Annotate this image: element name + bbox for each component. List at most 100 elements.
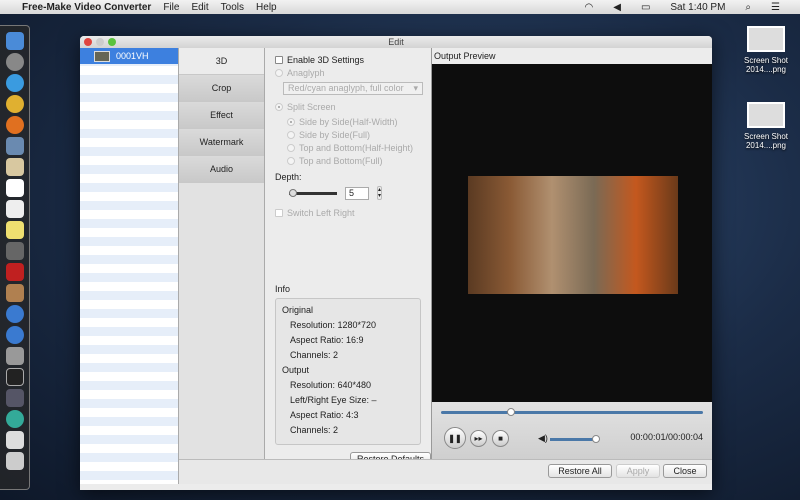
close-window-button[interactable] [84,38,92,46]
video-converter-icon[interactable] [5,389,24,407]
notification-icon[interactable]: ☰ [771,2,780,13]
menu-bar: Free-Make Video Converter File Edit Tool… [0,0,800,14]
file-list: 0001VH [80,48,179,484]
menu-file[interactable]: File [163,2,179,13]
volume-icon[interactable]: ◀ [613,2,621,13]
app-icon[interactable] [5,410,24,428]
info-section: Info Original Resolution: 1280*720 Aspec… [275,284,431,466]
itunes-icon[interactable] [5,305,24,323]
split-screen-radio[interactable]: Split Screen [275,101,421,113]
firefox-icon[interactable] [5,116,24,134]
time-display: 00:00:01/00:00:04 [630,432,703,442]
volume-knob[interactable] [591,435,600,443]
depth-slider[interactable] [289,188,337,197]
chrome-icon[interactable] [5,95,24,113]
preview-icon[interactable] [5,284,24,302]
output-eye-size: Left/Right Eye Size: – [290,395,377,405]
window-title: Edit [388,37,404,47]
notes-icon[interactable] [5,200,24,218]
desktop-file[interactable]: Screen Shot 2014....png [736,26,796,74]
enable-3d-checkbox[interactable]: Enable 3D Settings [275,54,421,66]
launchpad-icon[interactable] [5,53,24,71]
fast-forward-button[interactable]: ▸▸ [470,430,487,447]
depth-label: Depth: [275,172,302,182]
close-button[interactable]: Close [663,464,707,478]
tab-crop[interactable]: Crop [179,75,264,102]
calendar-icon[interactable] [5,179,24,197]
menu-edit[interactable]: Edit [191,2,208,13]
output-preview: Output Preview ❚❚ ▸▸ ■ ◀) 00:00:01/00:00… [431,48,712,459]
original-channels: Channels: 2 [290,350,339,360]
stop-button[interactable]: ■ [492,430,509,447]
zoom-button[interactable] [108,38,116,46]
terminal-icon[interactable] [5,368,24,386]
mail-icon[interactable] [5,137,24,155]
file-name: 0001VH [116,51,149,61]
contacts-icon[interactable] [5,158,24,176]
checkbox-label: Enable 3D Settings [287,55,365,65]
wifi-icon[interactable]: ◠ [585,2,594,13]
clock[interactable]: Sat 1:40 PM [670,2,725,13]
depth-stepper[interactable]: ▴ ▾ [377,186,383,200]
battery-icon[interactable]: ▭ [641,2,650,13]
menu-tools[interactable]: Tools [221,2,244,13]
depth-input[interactable]: 5 [345,186,369,200]
radio-label: Top and Bottom(Full) [299,156,383,166]
volume-icon: ◀) [538,433,548,443]
3d-settings-panel: Enable 3D Settings Anaglyph Red/cyan ana… [265,48,431,466]
tab-3d[interactable]: 3D [179,48,264,75]
menu-app[interactable]: Free-Make Video Converter [22,2,151,13]
original-heading: Original [282,305,314,315]
info-title: Info [275,284,291,294]
tab-effect[interactable]: Effect [179,102,264,129]
checkbox-label: Switch Left Right [287,208,355,218]
finder-icon[interactable] [5,32,24,50]
file-thumbnail [747,102,785,128]
stickies-icon[interactable] [5,221,24,239]
appstore-icon[interactable] [5,326,24,344]
video-frame [468,176,678,294]
seek-bar[interactable] [441,408,703,416]
trash-icon[interactable] [5,452,24,470]
switch-left-right-checkbox[interactable]: Switch Left Right [275,207,421,219]
radio-label: Split Screen [287,102,336,112]
checkbox-box[interactable] [275,56,283,64]
split-option-radio[interactable]: Side by Side(Full) [287,129,421,141]
pause-button[interactable]: ❚❚ [444,427,466,449]
menu-help[interactable]: Help [256,2,277,13]
apply-button[interactable]: Apply [616,464,660,478]
split-option-radio[interactable]: Top and Bottom(Half-Height) [287,142,421,154]
file-thumbnail [747,26,785,52]
title-bar: Edit [80,36,712,48]
tab-watermark[interactable]: Watermark [179,129,264,156]
edit-window: Edit 0001VH 3D Crop Effect Watermark Aud… [80,36,712,490]
desktop-file-label: Screen Shot 2014....png [743,132,789,150]
radio-label: Anaglyph [287,68,325,78]
tab-column: 3D Crop Effect Watermark Audio [179,48,265,459]
safari-icon[interactable] [5,74,24,92]
video-thumbnail [94,50,110,62]
spotlight-icon[interactable]: ⌕ [745,2,751,13]
tab-audio[interactable]: Audio [179,156,264,183]
volume-slider[interactable] [550,435,600,443]
filezilla-icon[interactable] [5,263,24,281]
anaglyph-radio[interactable]: Anaglyph [275,67,421,79]
system-prefs-icon[interactable] [5,347,24,365]
downloads-icon[interactable] [5,431,24,449]
restore-all-button[interactable]: Restore All [548,464,612,478]
file-list-item[interactable]: 0001VH [80,48,178,64]
player-controls: ❚❚ ▸▸ ■ ◀) 00:00:01/00:00:04 [432,402,712,459]
original-aspect: Aspect Ratio: 16:9 [290,335,364,345]
output-heading: Output [282,365,310,375]
radio-label: Side by Side(Half-Width) [299,117,398,127]
seek-knob[interactable] [506,408,515,416]
slider-knob[interactable] [289,188,297,197]
split-option-radio[interactable]: Top and Bottom(Full) [287,155,421,167]
original-resolution: Resolution: 1280*720 [290,320,377,330]
split-option-radio[interactable]: Side by Side(Half-Width) [287,116,421,128]
minimize-button[interactable] [96,38,104,46]
output-channels: Channels: 2 [290,425,339,435]
facetime-icon[interactable] [5,242,24,260]
anaglyph-select[interactable]: Red/cyan anaglyph, full color [283,82,423,95]
desktop-file[interactable]: Screen Shot 2014....png [736,102,796,150]
